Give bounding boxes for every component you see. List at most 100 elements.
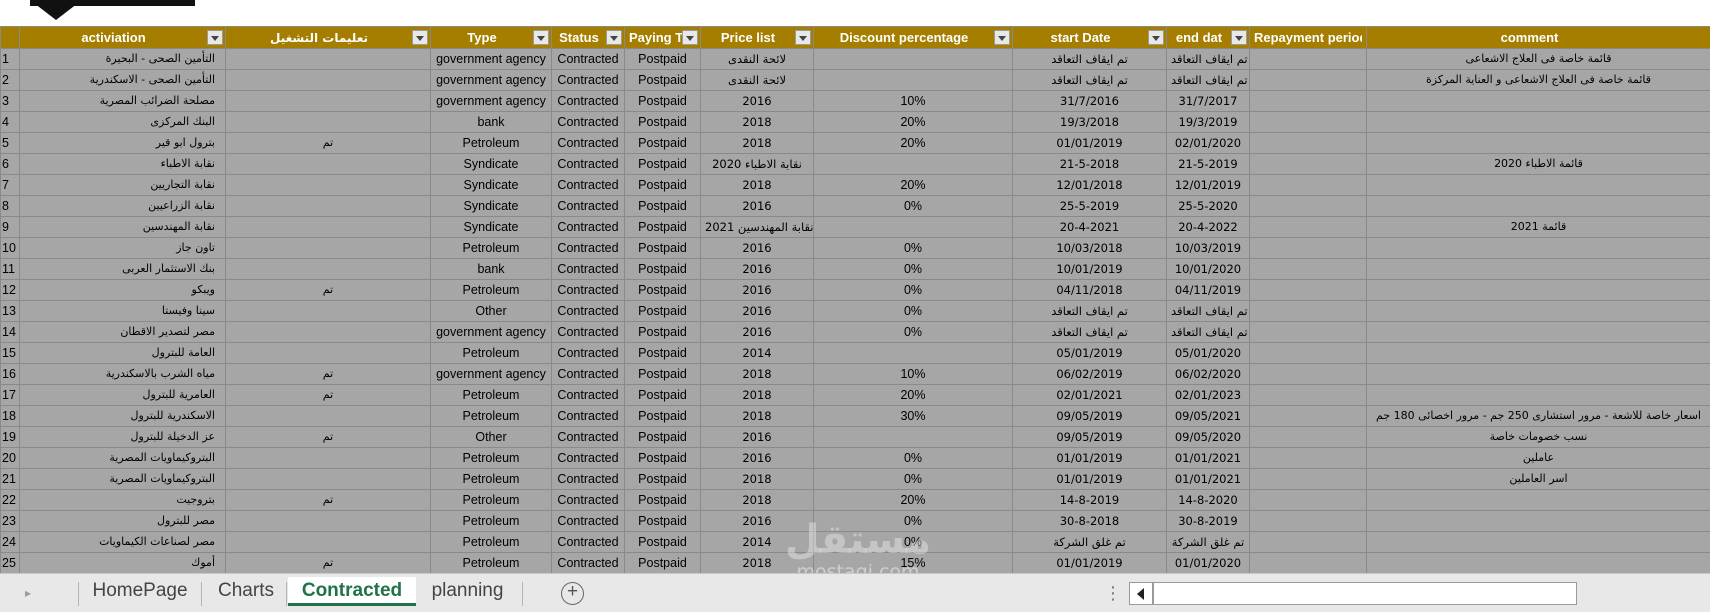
cell-comment[interactable]: قائمة خاصة فى العلاج الاشعاعى و العناية … bbox=[1366, 69, 1710, 91]
cell-paying-type[interactable]: Postpaid bbox=[624, 447, 701, 469]
tab-charts[interactable]: Charts bbox=[206, 577, 286, 606]
cell-comment[interactable] bbox=[1366, 258, 1710, 280]
row-number[interactable]: 1 bbox=[0, 48, 20, 70]
cell-status[interactable]: Contracted bbox=[551, 69, 625, 91]
row-number[interactable]: 19 bbox=[0, 426, 20, 448]
cell-operating-instructions[interactable]: تم bbox=[225, 489, 431, 511]
cell-status[interactable]: Contracted bbox=[551, 468, 625, 490]
cell-repayment-period[interactable] bbox=[1249, 153, 1367, 175]
cell-operating-instructions[interactable] bbox=[225, 48, 431, 70]
cell-activation[interactable]: مياه الشرب بالاسكندرية bbox=[19, 363, 226, 385]
cell-type[interactable]: Petroleum bbox=[430, 468, 552, 490]
cell-activation[interactable]: عز الدخيلة للبترول bbox=[19, 426, 226, 448]
cell-price-list[interactable]: نقابة المهندسين 2021 bbox=[700, 216, 814, 238]
cell-end-date[interactable]: 10/01/2020 bbox=[1166, 258, 1250, 280]
row-number[interactable]: 16 bbox=[0, 363, 20, 385]
cell-operating-instructions[interactable] bbox=[225, 111, 431, 133]
cell-price-list[interactable]: نقابة الاطباء 2020 bbox=[700, 153, 814, 175]
cell-operating-instructions[interactable]: تم bbox=[225, 384, 431, 406]
cell-operating-instructions[interactable] bbox=[225, 531, 431, 553]
cell-status[interactable]: Contracted bbox=[551, 300, 625, 322]
cell-type[interactable]: Other bbox=[430, 300, 552, 322]
row-number[interactable]: 5 bbox=[0, 132, 20, 154]
cell-status[interactable]: Contracted bbox=[551, 258, 625, 280]
cell-status[interactable]: Contracted bbox=[551, 237, 625, 259]
cell-activation[interactable]: التأمين الصحى - الاسكندرية bbox=[19, 69, 226, 91]
cell-status[interactable]: Contracted bbox=[551, 510, 625, 532]
tab-homepage[interactable]: HomePage bbox=[84, 577, 196, 606]
cell-activation[interactable]: بنك الاستثمار العربى bbox=[19, 258, 226, 280]
cell-repayment-period[interactable] bbox=[1249, 531, 1367, 553]
cell-price-list[interactable]: 2018 bbox=[700, 468, 814, 490]
cell-paying-type[interactable]: Postpaid bbox=[624, 111, 701, 133]
cell-type[interactable]: Petroleum bbox=[430, 489, 552, 511]
cell-end-date[interactable]: 09/05/2021 bbox=[1166, 405, 1250, 427]
cell-start-date[interactable]: 01/01/2019 bbox=[1012, 468, 1167, 490]
cell-activation[interactable]: البنك المركزى bbox=[19, 111, 226, 133]
row-number[interactable]: 23 bbox=[0, 510, 20, 532]
cell-discount[interactable]: 30% bbox=[813, 405, 1013, 427]
cell-type[interactable]: Other bbox=[430, 426, 552, 448]
filter-dropdown-icon[interactable] bbox=[795, 30, 811, 45]
cell-discount[interactable]: 20% bbox=[813, 132, 1013, 154]
cell-status[interactable]: Contracted bbox=[551, 447, 625, 469]
cell-price-list[interactable]: 2014 bbox=[700, 531, 814, 553]
row-number[interactable]: 21 bbox=[0, 468, 20, 490]
cell-price-list[interactable]: 2018 bbox=[700, 174, 814, 196]
row-number[interactable]: 10 bbox=[0, 237, 20, 259]
cell-discount[interactable] bbox=[813, 342, 1013, 364]
filter-dropdown-icon[interactable] bbox=[412, 30, 428, 45]
cell-end-date[interactable]: 05/01/2020 bbox=[1166, 342, 1250, 364]
row-number[interactable]: 7 bbox=[0, 174, 20, 196]
cell-status[interactable]: Contracted bbox=[551, 342, 625, 364]
cell-type[interactable]: government agency bbox=[430, 69, 552, 91]
cell-comment[interactable]: اسعار خاصة للاشعة - مرور استشارى 250 جم … bbox=[1366, 405, 1710, 427]
cell-comment[interactable] bbox=[1366, 132, 1710, 154]
row-number[interactable]: 2 bbox=[0, 69, 20, 91]
cell-repayment-period[interactable] bbox=[1249, 195, 1367, 217]
cell-repayment-period[interactable] bbox=[1249, 321, 1367, 343]
cell-paying-type[interactable]: Postpaid bbox=[624, 174, 701, 196]
cell-start-date[interactable]: تم ايقاف التعاقد bbox=[1012, 69, 1167, 91]
cell-type[interactable]: government agency bbox=[430, 363, 552, 385]
cell-price-list[interactable]: لائحة النقدى bbox=[700, 69, 814, 91]
filter-dropdown-icon[interactable] bbox=[606, 30, 622, 45]
cell-paying-type[interactable]: Postpaid bbox=[624, 132, 701, 154]
cell-repayment-period[interactable] bbox=[1249, 447, 1367, 469]
cell-activation[interactable]: سينا وفيستا bbox=[19, 300, 226, 322]
header-activation[interactable]: activiation bbox=[19, 26, 226, 49]
cell-comment[interactable] bbox=[1366, 300, 1710, 322]
cell-activation[interactable]: مصر لصناعات الكيماويات bbox=[19, 531, 226, 553]
cell-price-list[interactable]: 2016 bbox=[700, 258, 814, 280]
cell-status[interactable]: Contracted bbox=[551, 321, 625, 343]
cell-repayment-period[interactable] bbox=[1249, 300, 1367, 322]
cell-paying-type[interactable]: Postpaid bbox=[624, 384, 701, 406]
row-number[interactable]: 17 bbox=[0, 384, 20, 406]
cell-start-date[interactable]: 12/01/2018 bbox=[1012, 174, 1167, 196]
cell-status[interactable]: Contracted bbox=[551, 531, 625, 553]
cell-discount[interactable]: 0% bbox=[813, 300, 1013, 322]
cell-paying-type[interactable]: Postpaid bbox=[624, 69, 701, 91]
cell-status[interactable]: Contracted bbox=[551, 384, 625, 406]
cell-price-list[interactable]: 2018 bbox=[700, 552, 814, 574]
cell-type[interactable]: Petroleum bbox=[430, 447, 552, 469]
cell-paying-type[interactable]: Postpaid bbox=[624, 363, 701, 385]
cell-activation[interactable]: ويبكو bbox=[19, 279, 226, 301]
cell-end-date[interactable]: تم ايقاف التعاقد bbox=[1166, 321, 1250, 343]
row-number[interactable]: 11 bbox=[0, 258, 20, 280]
cell-start-date[interactable]: 09/05/2019 bbox=[1012, 405, 1167, 427]
cell-repayment-period[interactable] bbox=[1249, 489, 1367, 511]
cell-comment[interactable] bbox=[1366, 363, 1710, 385]
cell-price-list[interactable]: 2016 bbox=[700, 426, 814, 448]
cell-paying-type[interactable]: Postpaid bbox=[624, 216, 701, 238]
filter-dropdown-icon[interactable] bbox=[682, 30, 698, 45]
cell-repayment-period[interactable] bbox=[1249, 363, 1367, 385]
cell-type[interactable]: Syndicate bbox=[430, 195, 552, 217]
header-status[interactable]: Status bbox=[551, 26, 625, 49]
cell-end-date[interactable]: 21-5-2019 bbox=[1166, 153, 1250, 175]
cell-end-date[interactable]: 02/01/2020 bbox=[1166, 132, 1250, 154]
cell-type[interactable]: Petroleum bbox=[430, 237, 552, 259]
cell-paying-type[interactable]: Postpaid bbox=[624, 426, 701, 448]
cell-comment[interactable] bbox=[1366, 384, 1710, 406]
cell-activation[interactable]: نقابة الزراعيين bbox=[19, 195, 226, 217]
